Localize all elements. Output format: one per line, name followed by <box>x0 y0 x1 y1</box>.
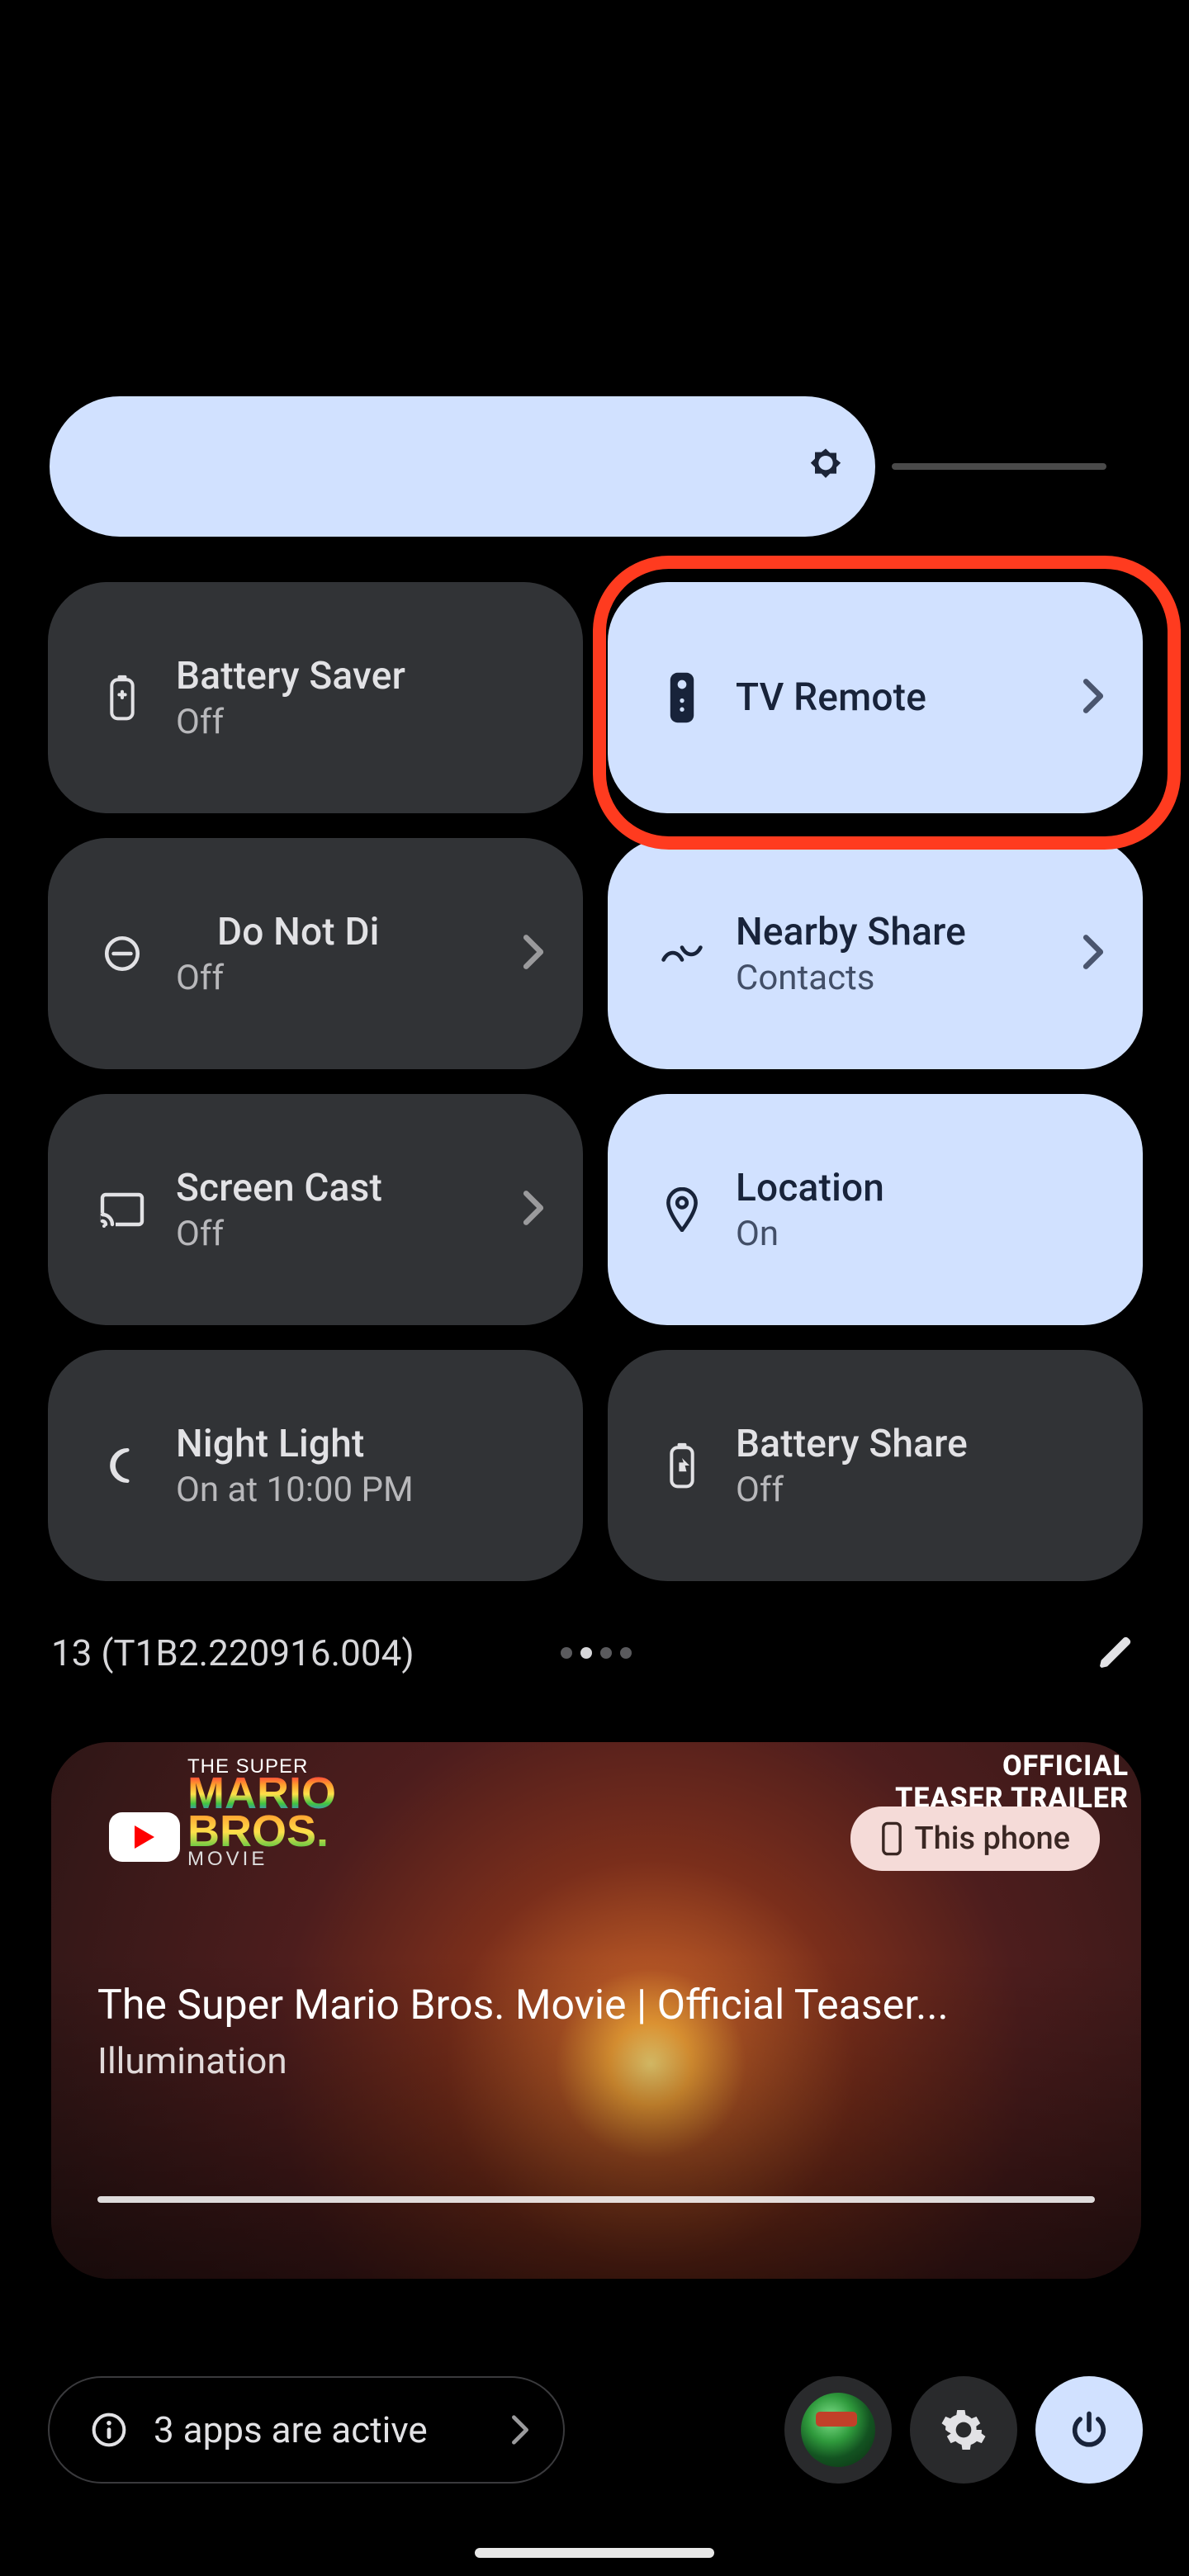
tile-status: Off <box>176 958 513 998</box>
media-thumbnail-text: OFFICIAL TEASER TRAILER <box>895 1750 1141 1815</box>
cast-icon <box>93 1181 151 1238</box>
tile-label: Location <box>736 1166 1110 1210</box>
tile-do-not-disturb[interactable]: Do Not Di Off <box>48 838 583 1069</box>
battery-saver-icon <box>93 669 151 727</box>
brightness-track-remaining <box>892 463 1106 470</box>
active-apps-button[interactable]: 3 apps are active <box>48 2376 565 2484</box>
tile-status: Off <box>736 1470 1110 1510</box>
tile-status: Contacts <box>736 958 1073 998</box>
tile-status: Off <box>176 702 550 742</box>
info-icon <box>89 2410 129 2450</box>
tile-label: Nearby Share <box>736 910 1073 954</box>
page-indicator <box>561 1647 632 1659</box>
tile-label: Night Light <box>176 1422 550 1466</box>
chevron-right-icon <box>517 1190 550 1229</box>
tile-battery-saver[interactable]: Battery Saver Off <box>48 582 583 813</box>
youtube-icon <box>109 1812 180 1862</box>
tile-screen-cast[interactable]: Screen Cast Off <box>48 1094 583 1325</box>
media-title: The Super Mario Bros. Movie | Official T… <box>97 1982 1095 2029</box>
media-progress-bar[interactable] <box>97 2196 1095 2203</box>
tile-status: On <box>736 1214 1110 1254</box>
tile-tv-remote[interactable]: TV Remote <box>608 582 1143 813</box>
tile-status: On at 10:00 PM <box>176 1470 550 1510</box>
output-device-label: This phone <box>915 1821 1071 1857</box>
tile-status: Off <box>176 1214 513 1254</box>
phone-icon <box>880 1821 903 1857</box>
power-button[interactable] <box>1035 2376 1143 2484</box>
active-apps-label: 3 apps are active <box>154 2408 428 2451</box>
settings-button[interactable] <box>910 2376 1017 2484</box>
tile-night-light[interactable]: Night Light On at 10:00 PM <box>48 1350 583 1581</box>
battery-share-icon <box>653 1437 711 1494</box>
tile-location[interactable]: Location On <box>608 1094 1143 1325</box>
tile-nearby-share[interactable]: Nearby Share Contacts <box>608 838 1143 1069</box>
tile-label: Battery Share <box>736 1422 1110 1466</box>
brightness-slider[interactable] <box>50 396 875 537</box>
chevron-right-icon <box>510 2414 530 2446</box>
gesture-nav-handle[interactable] <box>475 2548 714 2558</box>
location-icon <box>653 1181 711 1238</box>
media-artist: Illumination <box>97 2039 287 2082</box>
gear-icon <box>940 2407 987 2453</box>
user-switcher-button[interactable] <box>784 2376 892 2484</box>
edit-tiles-button[interactable] <box>1092 1628 1141 1678</box>
tile-label: Screen Cast <box>176 1166 513 1210</box>
chevron-right-icon <box>1077 934 1110 973</box>
build-number: 13 (T1B2.220916.004) <box>51 1631 414 1674</box>
do-not-disturb-icon <box>93 925 151 983</box>
brightness-icon <box>801 442 850 491</box>
chevron-right-icon <box>517 934 550 973</box>
media-thumbnail-logo: THE SUPER MARIO BROS. MOVIE <box>187 1759 336 1868</box>
power-icon <box>1068 2408 1111 2451</box>
media-player-card[interactable]: THE SUPER MARIO BROS. MOVIE OFFICIAL TEA… <box>51 1742 1141 2279</box>
night-light-icon <box>93 1437 151 1494</box>
chevron-right-icon <box>1077 678 1110 717</box>
tile-label: TV Remote <box>736 675 1073 720</box>
tile-label: Do Not Di <box>176 910 513 954</box>
tile-label: Battery Saver <box>176 654 550 698</box>
tile-battery-share[interactable]: Battery Share Off <box>608 1350 1143 1581</box>
output-device-chip[interactable]: This phone <box>850 1807 1101 1871</box>
nearby-share-icon <box>653 925 711 983</box>
avatar <box>801 2393 875 2467</box>
tv-remote-icon <box>653 669 711 727</box>
